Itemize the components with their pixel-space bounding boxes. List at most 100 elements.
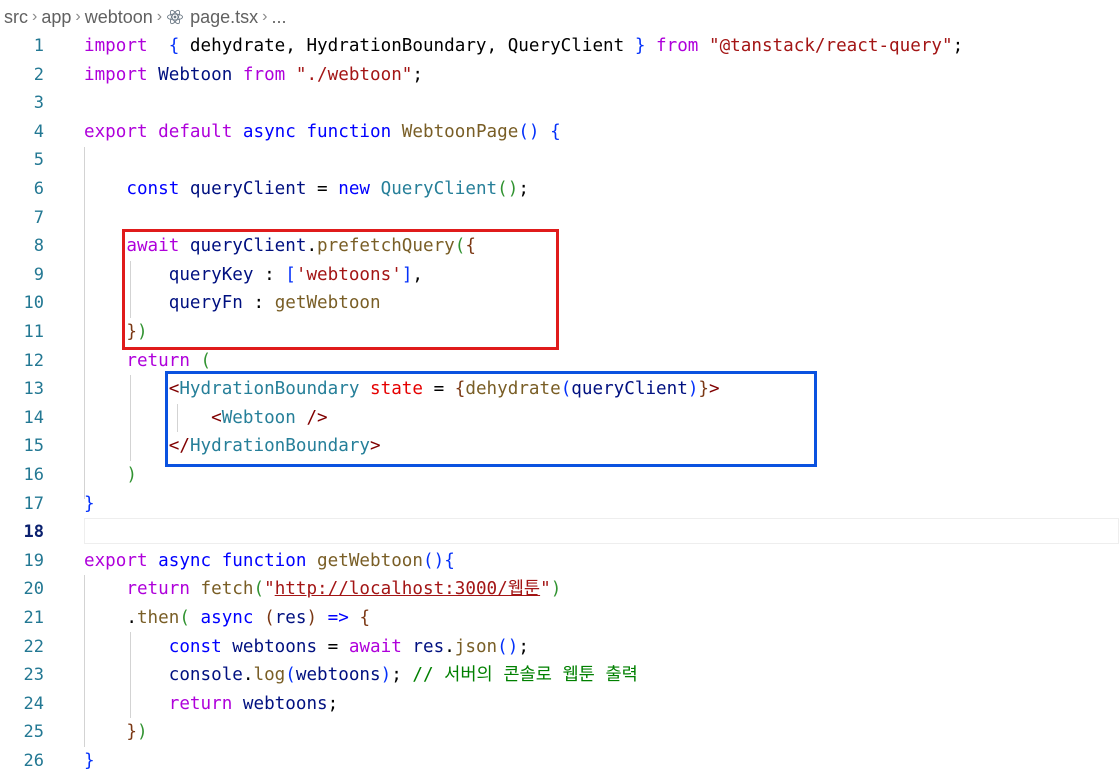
code-line[interactable]: 25 }) xyxy=(0,718,1119,747)
code-token: // 서버의 콘솔로 웹툰 출력 xyxy=(401,665,638,686)
line-number: 5 xyxy=(33,150,44,171)
line-number: 25 xyxy=(23,722,44,743)
code-token: { xyxy=(168,36,180,56)
code-token: . xyxy=(84,608,137,628)
code-line[interactable]: 20 return fetch("http://localhost:3000/웹… xyxy=(0,575,1119,604)
line-number: 10 xyxy=(23,293,44,314)
chevron-right-icon: › xyxy=(156,8,163,25)
code-line[interactable]: 17} xyxy=(0,490,1119,519)
code-token: () xyxy=(497,179,519,199)
code-token: { xyxy=(550,121,561,142)
code-token: function xyxy=(295,121,392,142)
code-token: const xyxy=(126,179,180,199)
code-token: ) xyxy=(380,665,392,686)
code-text: }) xyxy=(84,718,148,747)
code-line[interactable]: 2 import Webtoon from "./webtoon"; xyxy=(0,61,1119,90)
code-line[interactable]: 7 xyxy=(0,204,1119,233)
line-number: 17 xyxy=(23,493,44,514)
line-number: 15 xyxy=(23,436,44,457)
line-number: 6 xyxy=(33,179,44,199)
line-number: 16 xyxy=(23,465,44,485)
code-line[interactable]: 23 console.log(webtoons); // 서버의 콘솔로 웹툰 … xyxy=(0,661,1119,690)
code-line[interactable]: 3 xyxy=(0,89,1119,118)
breadcrumb-item-app[interactable]: app xyxy=(41,7,71,28)
code-text: ) xyxy=(84,461,137,490)
code-text: const webtoons = await res.json(); xyxy=(84,633,529,662)
code-line[interactable]: 19 export async function getWebtoon(){ xyxy=(0,547,1119,576)
code-text: import { dehydrate, HydrationBoundary, Q… xyxy=(84,32,963,61)
breadcrumb-item-webtoon[interactable]: webtoon xyxy=(85,7,153,28)
code-token: json xyxy=(454,636,498,657)
line-number: 7 xyxy=(33,207,44,228)
code-token: } xyxy=(634,36,646,56)
code-token: { xyxy=(359,608,371,628)
code-line[interactable]: 24 return webtoons; xyxy=(0,690,1119,719)
code-line[interactable]: 4 export default async function WebtoonPa… xyxy=(0,118,1119,147)
line-number: 11 xyxy=(23,322,44,342)
code-token: console xyxy=(168,665,243,686)
code-line[interactable]: 6 const queryClient = new QueryClient(); xyxy=(0,175,1119,204)
code-token: log xyxy=(253,665,286,686)
chevron-right-icon: › xyxy=(262,8,268,25)
code-token: const xyxy=(168,636,222,657)
code-token: import xyxy=(84,64,148,85)
code-line[interactable]: 5 xyxy=(0,146,1119,175)
line-number: 9 xyxy=(33,264,44,285)
line-number: 12 xyxy=(23,350,44,371)
code-token: ; xyxy=(518,636,529,657)
code-text: .then( async (res) => { xyxy=(84,604,370,633)
code-line[interactable]: 26} xyxy=(0,747,1119,776)
line-number: 23 xyxy=(23,665,44,686)
breadcrumb-item-file[interactable]: page.tsx xyxy=(190,7,258,28)
line-number: 26 xyxy=(23,751,44,771)
code-text: return fetch("http://localhost:3000/웹툰") xyxy=(84,575,561,604)
code-text: export async function getWebtoon(){ xyxy=(84,547,455,576)
code-text: export default async function WebtoonPag… xyxy=(84,118,561,147)
code-line[interactable]: 1 import { dehydrate, HydrationBoundary, … xyxy=(0,32,1119,61)
code-token: ) xyxy=(126,465,137,485)
code-token: webtoons xyxy=(295,665,381,686)
code-token: QueryClient xyxy=(370,179,498,199)
code-token: await xyxy=(348,636,402,657)
code-token: dehydrate, HydrationBoundary, QueryClien… xyxy=(179,36,635,56)
code-token: async xyxy=(147,550,212,571)
code-line[interactable]: 21 .then( async (res) => { xyxy=(0,604,1119,633)
chevron-right-icon: › xyxy=(75,8,81,25)
code-token: () xyxy=(497,636,519,657)
code-token: "@tanstack/react-query" xyxy=(708,36,953,56)
code-line[interactable]: 22 const webtoons = await res.json(); xyxy=(0,633,1119,662)
code-token: export xyxy=(84,550,148,571)
code-token: " xyxy=(540,579,551,600)
code-line[interactable]: 18 xyxy=(0,518,1119,547)
code-token: return xyxy=(126,350,190,371)
code-token: () xyxy=(423,550,445,571)
breadcrumb-item-src[interactable]: src xyxy=(4,7,28,28)
code-token: default xyxy=(147,121,233,142)
code-token: async xyxy=(232,121,296,142)
red-highlight-box xyxy=(122,229,559,350)
code-token: } xyxy=(126,722,137,743)
code-token: webtoons xyxy=(221,636,318,657)
code-token: Webtoon xyxy=(147,64,233,85)
line-number: 21 xyxy=(23,608,44,628)
line-number: 22 xyxy=(23,636,44,657)
code-token: new xyxy=(338,179,371,199)
breadcrumb: src › app › webtoon › page.tsx › ... xyxy=(4,5,286,29)
code-token: ( xyxy=(285,665,296,686)
code-token: ) xyxy=(550,579,562,600)
code-text: const queryClient = new QueryClient(); xyxy=(84,175,529,204)
code-token: () xyxy=(518,121,540,142)
breadcrumb-item-more[interactable]: ... xyxy=(271,7,286,28)
code-text: } xyxy=(84,490,95,519)
code-token: ) xyxy=(136,722,148,743)
